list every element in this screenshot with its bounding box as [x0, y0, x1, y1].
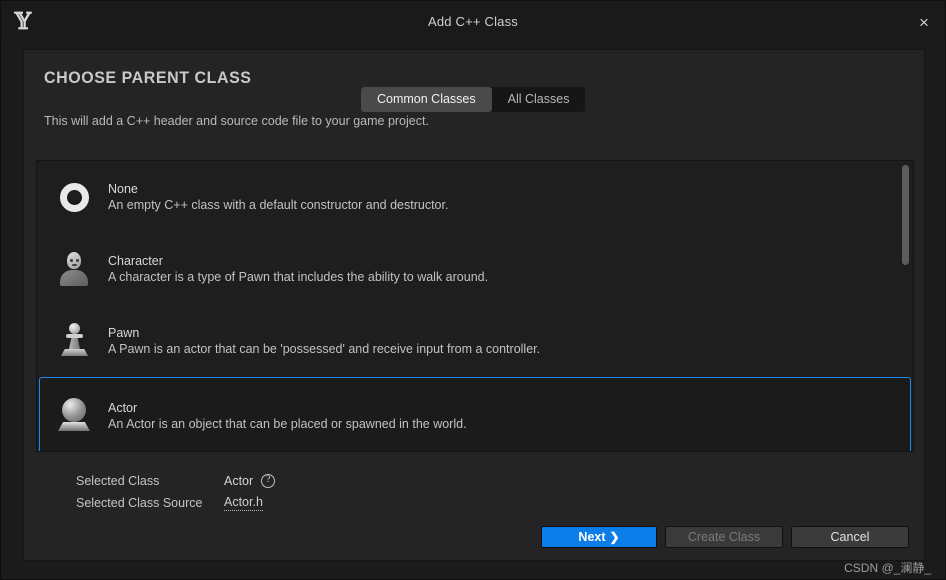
tab-all-classes[interactable]: All Classes	[492, 87, 586, 112]
unreal-engine-logo-icon: 𝕐	[14, 7, 32, 35]
list-item-title: Actor	[108, 401, 138, 415]
selected-class-value: Actor	[224, 474, 254, 488]
dialog-footer: Next ❯ Create Class Cancel	[541, 526, 909, 548]
add-cpp-class-dialog: 𝕐 Add C++ Class × CHOOSE PARENT CLASS Co…	[0, 0, 946, 580]
help-icon[interactable]: ?	[261, 474, 276, 488]
class-list-scrollbar-thumb[interactable]	[902, 165, 909, 265]
tab-common-classes[interactable]: Common Classes	[361, 87, 492, 112]
create-class-button[interactable]: Create Class	[665, 526, 783, 548]
list-item-pawn[interactable]: Pawn A Pawn is an actor that can be 'pos…	[39, 305, 911, 377]
list-item-title: Pawn	[108, 326, 140, 340]
selected-class-info: Selected Class Actor ? Selected Class So…	[76, 470, 276, 514]
title-bar: 𝕐 Add C++ Class ×	[1, 1, 945, 41]
list-item-none[interactable]: None An empty C++ class with a default c…	[39, 161, 911, 233]
ring-icon	[54, 175, 94, 219]
list-item-description: An empty C++ class with a default constr…	[108, 198, 449, 212]
list-item-actor[interactable]: Actor An Actor is an object that can be …	[39, 377, 911, 451]
actor-icon	[54, 394, 94, 438]
next-button[interactable]: Next ❯	[541, 526, 657, 548]
selected-class-source-label: Selected Class Source	[76, 496, 203, 510]
chevron-right-icon: ❯	[609, 530, 620, 544]
cancel-button[interactable]: Cancel	[791, 526, 909, 548]
page-title: CHOOSE PARENT CLASS	[44, 68, 252, 87]
class-filter-toggle-group: Common Classes All Classes	[361, 87, 586, 112]
close-icon[interactable]: ×	[911, 9, 937, 35]
class-list-scrollbar[interactable]	[901, 165, 910, 449]
watermark: CSDN @_澜静_	[844, 561, 931, 575]
list-item-description: An Actor is an object that can be placed…	[108, 417, 467, 431]
selected-class-source-link[interactable]: Actor.h	[224, 495, 263, 511]
parent-class-list: None An empty C++ class with a default c…	[36, 160, 914, 452]
list-item-title: Character	[108, 254, 163, 268]
dialog-panel: CHOOSE PARENT CLASS Common Classes All C…	[23, 49, 925, 561]
next-button-label: Next	[578, 530, 606, 544]
selected-class-source-row: Selected Class Source Actor.h	[76, 492, 275, 514]
section-header: CHOOSE PARENT CLASS Common Classes All C…	[24, 50, 924, 112]
selected-class-label: Selected Class	[76, 474, 160, 488]
list-item-character[interactable]: Character A character is a type of Pawn …	[39, 233, 911, 305]
window-title: Add C++ Class	[427, 13, 519, 29]
pawn-icon	[54, 319, 94, 363]
list-item-description: A Pawn is an actor that can be 'possesse…	[108, 342, 541, 356]
list-item-description: A character is a type of Pawn that inclu…	[108, 270, 489, 284]
selected-class-row: Selected Class Actor ?	[76, 470, 276, 492]
list-item-title: None	[108, 182, 138, 196]
character-icon	[54, 247, 94, 291]
